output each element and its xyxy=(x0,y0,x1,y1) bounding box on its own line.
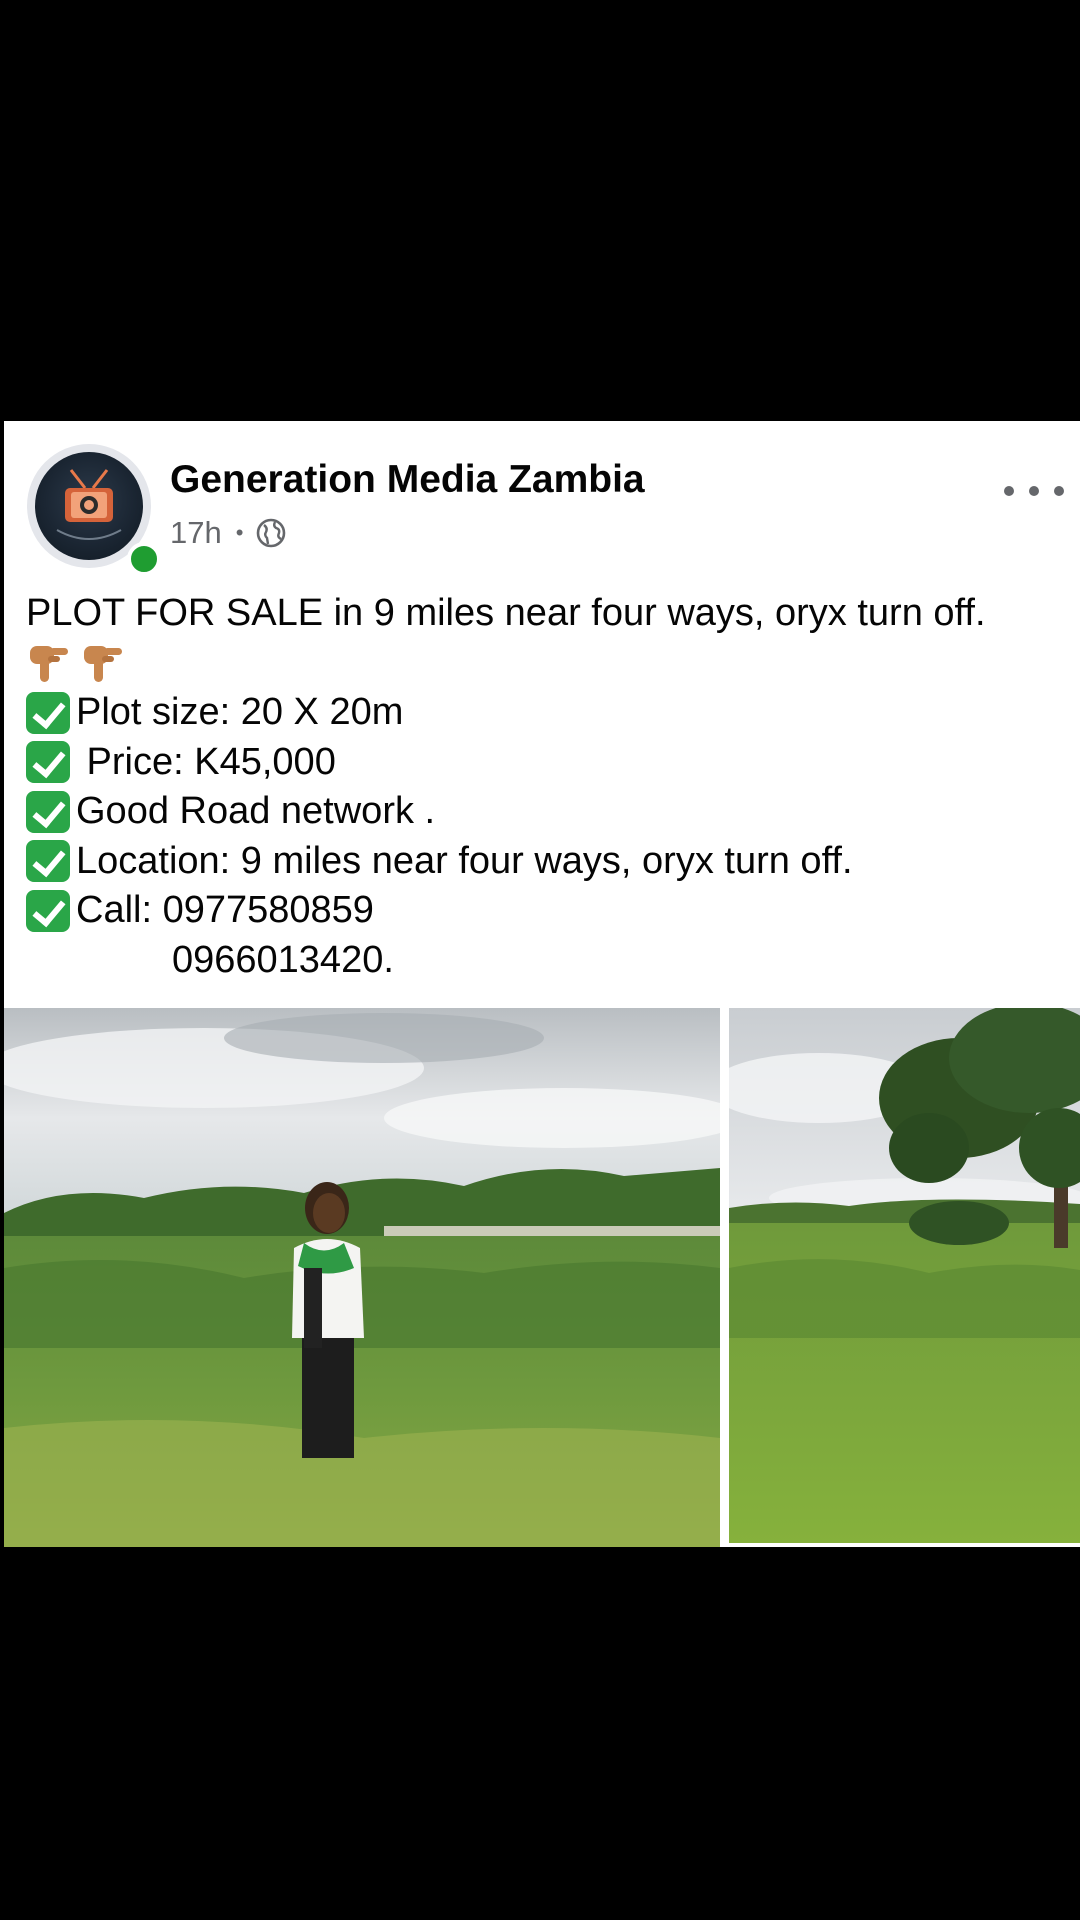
call-alt-text: 0966013420. xyxy=(172,938,394,981)
location-line: Location: 9 miles near four ways, oryx t… xyxy=(26,837,1066,887)
post-time[interactable]: 17h xyxy=(170,515,222,551)
field-photo-2 xyxy=(729,1008,1080,1543)
location-text: Location: 9 miles near four ways, oryx t… xyxy=(76,839,853,882)
plot-size-text: Plot size: 20 X 20m xyxy=(76,691,404,733)
photo-plot-with-tree[interactable] xyxy=(729,1008,1080,1543)
road-line: Good Road network . xyxy=(26,787,1066,837)
pointing-down-hand-icon xyxy=(30,646,68,683)
pointing-emoji-line xyxy=(26,639,1066,689)
more-options-icon xyxy=(1029,486,1039,496)
post-header: Generation Media Zambia 17h • xyxy=(4,421,1080,581)
plot-size-line: Plot size: 20 X 20m xyxy=(26,688,1066,738)
avatar-image xyxy=(35,452,143,560)
more-options-icon xyxy=(1054,486,1064,496)
check-mark-icon xyxy=(26,691,70,734)
price-text: Price: K45,000 xyxy=(76,740,336,783)
road-text: Good Road network . xyxy=(76,790,436,832)
photo-woman-in-field[interactable] xyxy=(4,1008,720,1547)
check-mark-icon xyxy=(26,790,70,833)
price-line: Price: K45,000 xyxy=(26,738,1066,788)
photo-grid xyxy=(4,1008,1080,1547)
post-meta: 17h • xyxy=(170,513,287,553)
camera-logo-icon xyxy=(56,469,122,540)
call-alt-line: 0966013420. xyxy=(26,936,1066,986)
post-card: Generation Media Zambia 17h • PLOT FOR S… xyxy=(4,421,1080,1547)
headline-line: PLOT FOR SALE in 9 miles near four ways,… xyxy=(26,589,1066,639)
page-name[interactable]: Generation Media Zambia xyxy=(170,458,645,502)
field-photo-1 xyxy=(4,1008,720,1547)
pointing-down-hand-icon xyxy=(84,646,122,683)
page-avatar[interactable] xyxy=(27,444,161,576)
check-mark-icon xyxy=(26,840,70,883)
call-line: Call: 0977580859 xyxy=(26,886,1066,936)
check-mark-icon xyxy=(26,889,70,932)
check-mark-icon xyxy=(26,741,70,784)
meta-separator: • xyxy=(235,520,244,545)
headline-text: PLOT FOR SALE in 9 miles near four ways,… xyxy=(26,592,986,634)
online-status-dot xyxy=(127,542,161,576)
more-options-icon xyxy=(1004,486,1014,496)
globe-icon xyxy=(257,518,286,548)
call-text: Call: 0977580859 xyxy=(76,889,374,931)
more-options-button[interactable] xyxy=(1004,473,1064,509)
post-text: PLOT FOR SALE in 9 miles near four ways,… xyxy=(26,589,1066,985)
